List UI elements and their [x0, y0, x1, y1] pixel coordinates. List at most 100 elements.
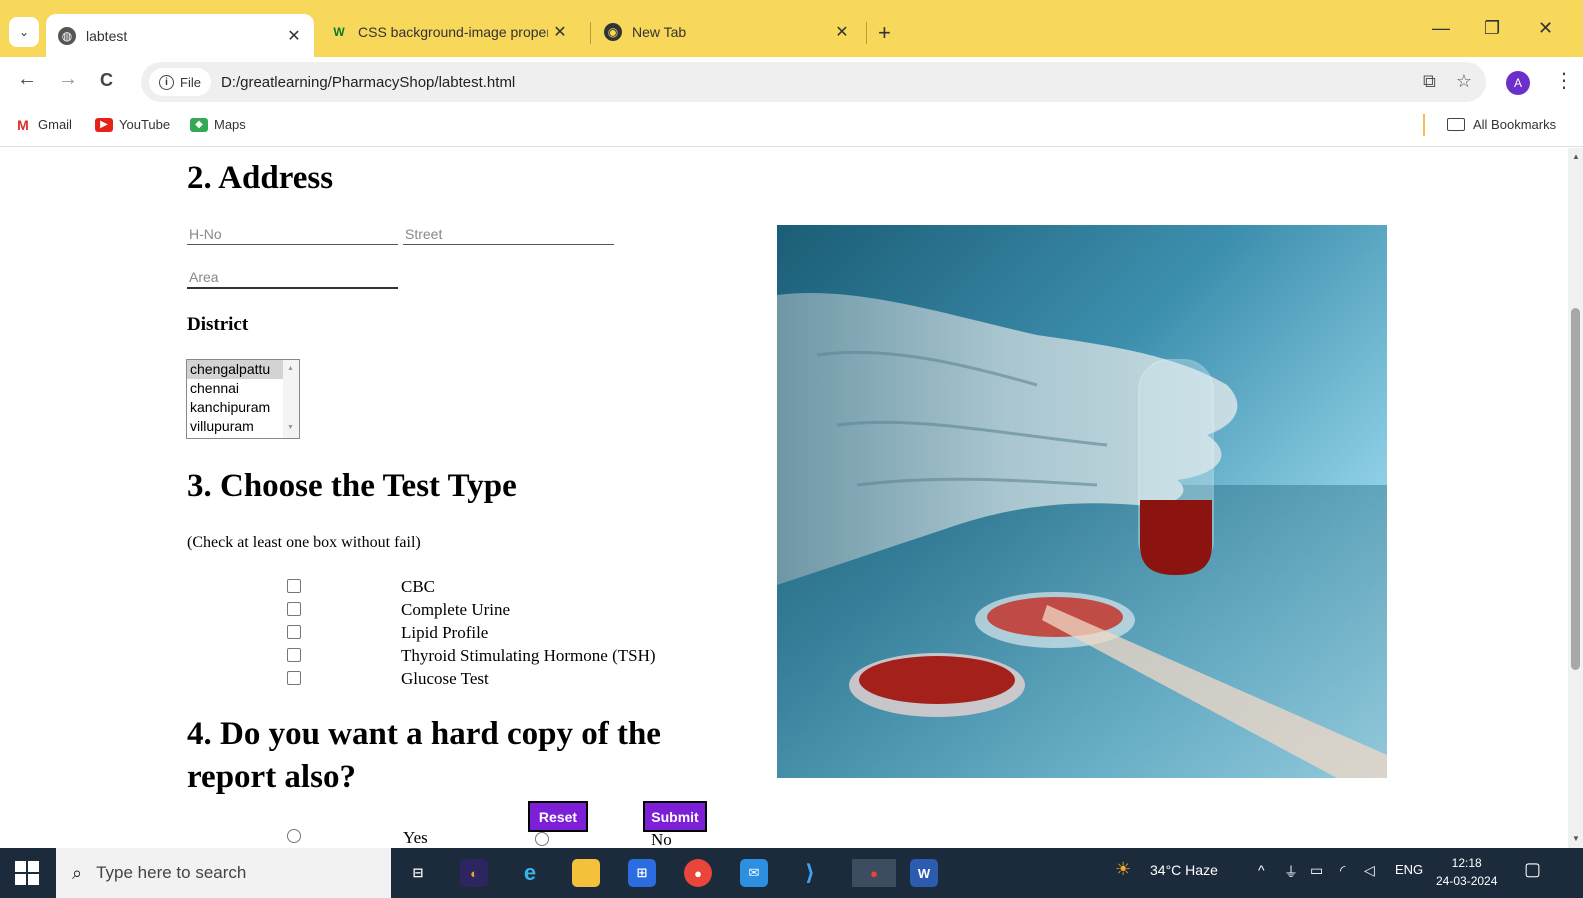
scroll-up-icon[interactable]: ▲ [1572, 152, 1580, 161]
bookmark-label: Gmail [38, 117, 72, 132]
taskbar-clock[interactable]: 12:18 24-03-2024 [1436, 854, 1497, 890]
all-bookmarks-label: All Bookmarks [1473, 117, 1557, 132]
bookmark-label: YouTube [119, 117, 171, 132]
bookmark-maps[interactable]: ◆ Maps [190, 117, 246, 132]
bookmark-star-icon[interactable]: ☆ [1456, 71, 1472, 92]
vscode-icon[interactable]: ⟩ [796, 859, 824, 887]
info-icon: i [159, 74, 174, 90]
tab-separator [590, 22, 591, 44]
clock-time: 12:18 [1451, 856, 1482, 870]
district-listbox[interactable]: chengalpattu chennai kanchipuram villupu… [186, 359, 300, 439]
page-scrollbar[interactable]: ▲ ▼ [1568, 148, 1583, 848]
option-no-label: No [651, 830, 672, 848]
mail-icon[interactable]: ✉ [740, 859, 768, 887]
checkbox-glucose[interactable] [287, 671, 301, 685]
usb-icon[interactable]: ⏚ [1284, 862, 1298, 882]
profile-avatar[interactable]: A [1506, 71, 1530, 95]
tray-chevron-icon[interactable]: ^ [1258, 862, 1265, 878]
lab-test-photo [777, 225, 1387, 778]
lab-illustration [777, 293, 1387, 778]
submit-button[interactable]: Submit [643, 801, 707, 832]
language-indicator[interactable]: ENG [1395, 862, 1423, 877]
close-tab-icon[interactable]: ✕ [548, 22, 572, 42]
listbox-scrollbar[interactable]: ▲ ▼ [283, 360, 299, 438]
checkbox-tsh[interactable] [287, 648, 301, 662]
volume-icon[interactable]: ◁ [1364, 862, 1375, 879]
store-icon[interactable]: ⊞ [628, 859, 656, 887]
maps-icon: ◆ [190, 117, 208, 132]
hno-input[interactable] [187, 223, 398, 245]
close-tab-icon[interactable]: ✕ [830, 22, 854, 42]
close-window-button[interactable]: ✕ [1538, 18, 1553, 39]
translate-icon[interactable]: ⧉ [1423, 71, 1436, 92]
youtube-icon: ▶ [95, 117, 113, 132]
scroll-up-icon[interactable]: ▲ [287, 365, 294, 372]
task-view-icon[interactable]: ⊟ [404, 859, 432, 887]
bookmarks-bar: M Gmail ▶ YouTube ◆ Maps All Bookmarks [0, 107, 1583, 147]
radio-no[interactable] [535, 832, 549, 846]
tab-new-tab[interactable]: ◉ New Tab ✕ [592, 12, 862, 52]
chrome-icon: ◉ [604, 23, 622, 41]
taskbar-search-placeholder: Type here to search [96, 863, 247, 882]
w3schools-icon: W [333, 25, 345, 39]
all-bookmarks-button[interactable]: All Bookmarks [1447, 117, 1556, 132]
taskbar-search[interactable]: ⌕ Type here to search [56, 848, 391, 898]
test-label: Glucose Test [401, 669, 489, 688]
close-tab-icon[interactable]: ✕ [282, 26, 306, 46]
notifications-icon[interactable]: ▢ [1524, 859, 1541, 880]
wifi-icon[interactable]: ◜ [1340, 862, 1345, 879]
omnibox-actions: ⧉ ☆ [1423, 71, 1472, 92]
scroll-thumb[interactable] [1571, 308, 1580, 670]
district-option[interactable]: chennai [187, 379, 283, 398]
district-option[interactable]: kanchipuram [187, 398, 283, 417]
restore-button[interactable]: ❐ [1484, 18, 1500, 39]
district-label: District [187, 314, 249, 335]
search-icon: ⌕ [72, 862, 83, 883]
scroll-down-icon[interactable]: ▼ [1572, 834, 1580, 843]
windows-start-icon[interactable] [15, 861, 39, 885]
reset-button[interactable]: Reset [528, 801, 588, 832]
back-button[interactable]: ← [17, 68, 37, 91]
scroll-down-icon[interactable]: ▼ [287, 424, 294, 431]
radio-yes[interactable] [287, 829, 301, 843]
battery-icon[interactable]: ▭ [1310, 862, 1323, 879]
bookmark-gmail[interactable]: M Gmail [14, 116, 72, 133]
edge-icon[interactable]: e [516, 859, 544, 887]
reload-button[interactable]: C [100, 70, 113, 91]
file-explorer-icon[interactable] [572, 859, 600, 887]
url-text[interactable]: D:/greatlearning/PharmacyShop/labtest.ht… [221, 74, 515, 91]
hardcopy-heading-line1: 4. Do you want a hard copy of the [187, 716, 661, 752]
address-bar[interactable]: i File D:/greatlearning/PharmacyShop/lab… [141, 62, 1486, 102]
tab-strip: ⌄ ◍ labtest ✕ W CSS background-image pro… [0, 0, 1583, 57]
eclipse-icon[interactable]: ◐ [460, 859, 488, 887]
site-info-chip[interactable]: i File [149, 68, 211, 96]
bookmark-youtube[interactable]: ▶ YouTube [95, 117, 170, 132]
file-label: File [180, 74, 201, 90]
petri-dish-culture [859, 656, 1015, 704]
district-option[interactable]: chengalpattu [187, 360, 283, 379]
minimize-button[interactable]: — [1432, 18, 1450, 39]
tab-search-button[interactable]: ⌄ [9, 17, 39, 47]
gmail-icon: M [17, 116, 29, 133]
street-input[interactable] [403, 223, 614, 245]
tab-labtest[interactable]: ◍ labtest ✕ [46, 14, 314, 57]
bookmarks-divider [1423, 114, 1425, 136]
district-option[interactable]: villupuram [187, 417, 283, 436]
checkbox-urine[interactable] [287, 602, 301, 616]
new-tab-button[interactable]: + [878, 20, 891, 46]
forward-button[interactable]: → [58, 68, 78, 91]
checkbox-cbc[interactable] [287, 579, 301, 593]
checkbox-lipid[interactable] [287, 625, 301, 639]
tab-css-background[interactable]: W CSS background-image propert ✕ [318, 12, 586, 52]
area-input[interactable] [187, 267, 398, 289]
chrome-active-icon[interactable]: ● [852, 859, 896, 887]
browser-toolbar: ← → C i File D:/greatlearning/PharmacySh… [0, 57, 1583, 107]
word-icon[interactable]: W [910, 859, 938, 887]
menu-dots-icon[interactable]: ⋮ [1554, 68, 1574, 93]
weather-text[interactable]: 34°C Haze [1150, 862, 1218, 878]
chrome-taskbar-icon[interactable]: ● [684, 859, 712, 887]
chevron-down-icon: ⌄ [18, 25, 30, 39]
test-label: CBC [401, 577, 436, 596]
windows-taskbar: ⌕ Type here to search ⊟ ◐ e ⊞ ● ✉ ⟩ ● W … [0, 848, 1583, 898]
globe-icon: ◍ [58, 26, 76, 45]
